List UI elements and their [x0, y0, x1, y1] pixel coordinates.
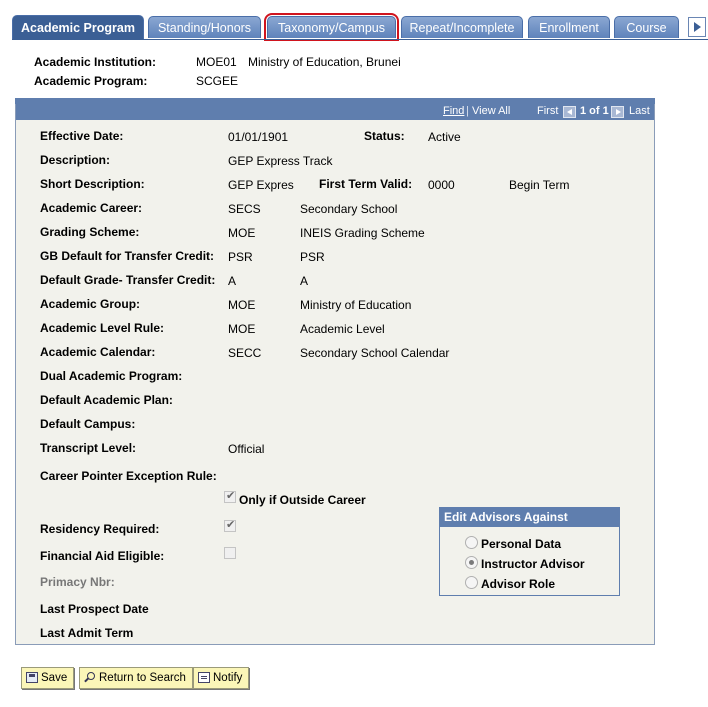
academic-group-label: Academic Group:: [40, 297, 141, 311]
last-prospect-date-label: Last Prospect Date: [40, 602, 149, 616]
institution-label: Academic Institution:: [34, 55, 157, 69]
gb-default-code: PSR: [228, 250, 253, 264]
default-plan-label: Default Academic Plan:: [40, 393, 173, 407]
academic-calendar-desc: Secondary School Calendar: [300, 346, 450, 360]
status-label: Status:: [364, 129, 405, 143]
academic-career-desc: Secondary School: [300, 202, 398, 216]
academic-calendar-label: Academic Calendar:: [40, 345, 156, 359]
check-icon: ✔: [226, 490, 236, 502]
first-term-desc: Begin Term: [509, 178, 570, 192]
tab-scroll-right-icon[interactable]: [688, 17, 706, 37]
only-outside-career-checkbox[interactable]: ✔: [224, 490, 236, 503]
description-value: GEP Express Track: [228, 154, 333, 168]
find-link[interactable]: Find: [443, 105, 464, 117]
default-grade-desc: A: [300, 274, 309, 288]
grading-scheme-code: MOE: [228, 226, 256, 240]
return-to-search-button[interactable]: Return to Search: [79, 667, 193, 689]
notify-button[interactable]: Notify: [193, 667, 250, 689]
residency-required-label: Residency Required:: [40, 522, 160, 536]
default-grade-code: A: [228, 274, 237, 288]
description-label: Description:: [40, 153, 111, 167]
career-pointer-label: Career Pointer Exception Rule:: [40, 469, 217, 483]
gb-default-desc: PSR: [300, 250, 325, 264]
academic-career-code: SECS: [228, 202, 261, 216]
gb-default-label: GB Default for Transfer Credit:: [40, 249, 215, 263]
institution-name: Ministry of Education, Brunei: [248, 55, 401, 69]
only-outside-career-label: Only if Outside Career: [239, 493, 366, 507]
status-value: Active: [428, 130, 461, 144]
advisor-role-label: Advisor Role: [481, 577, 556, 591]
first-term-value: 0000: [428, 178, 455, 192]
short-description-label: Short Description:: [40, 177, 145, 191]
academic-group-code: MOE: [228, 298, 256, 312]
last-label: Last: [629, 105, 650, 117]
program-code: SCGEE: [196, 74, 239, 88]
tab-standing-honors[interactable]: Standing/Honors: [148, 16, 261, 38]
academic-group-desc: Ministry of Education: [300, 298, 412, 312]
instructor-advisor-radio[interactable]: [465, 556, 478, 569]
program-label: Academic Program:: [34, 74, 148, 88]
default-grade-label: Default Grade- Transfer Credit:: [40, 273, 216, 287]
edit-advisors-title: Edit Advisors Against: [439, 507, 620, 527]
first-term-label: First Term Valid:: [319, 177, 413, 191]
check-icon: ✔: [226, 519, 236, 531]
institution-code: MOE01: [196, 55, 237, 69]
effective-date-label: Effective Date:: [40, 129, 124, 143]
tab-enrollment[interactable]: Enrollment: [528, 16, 610, 38]
previous-icon[interactable]: [563, 106, 576, 118]
tab-academic-program[interactable]: Academic Program: [12, 15, 144, 39]
tab-taxonomy-campus[interactable]: Taxonomy/Campus: [264, 13, 399, 41]
effective-date-value: 01/01/1901: [228, 130, 289, 144]
advisor-role-radio[interactable]: [465, 576, 478, 589]
academic-career-label: Academic Career:: [40, 201, 143, 215]
next-icon[interactable]: [611, 106, 624, 118]
short-description-value: GEP Expres: [228, 178, 294, 192]
residency-required-checkbox[interactable]: ✔: [224, 519, 236, 532]
record-count: 1 of 1: [580, 105, 609, 117]
tab-underline: [12, 39, 708, 40]
grading-scheme-label: Grading Scheme:: [40, 225, 140, 239]
view-all-link[interactable]: View All: [472, 105, 510, 117]
transcript-level-value: Official: [228, 442, 265, 456]
tab-repeat-incomplete[interactable]: Repeat/Incomplete: [401, 16, 523, 38]
notify-icon: [198, 672, 210, 683]
tab-course[interactable]: Course: [614, 16, 679, 38]
transcript-level-label: Transcript Level:: [40, 441, 137, 455]
dual-program-label: Dual Academic Program:: [40, 369, 183, 383]
instructor-advisor-label: Instructor Advisor: [481, 557, 585, 571]
academic-calendar-code: SECC: [228, 346, 262, 360]
financial-aid-checkbox[interactable]: [224, 547, 236, 559]
save-button[interactable]: Save: [21, 667, 75, 689]
record-navigation: Find | View All First 1 of 1 Last: [16, 104, 654, 120]
default-campus-label: Default Campus:: [40, 417, 136, 431]
personal-data-radio[interactable]: [465, 536, 478, 549]
level-rule-desc: Academic Level: [300, 322, 385, 336]
search-icon: [84, 672, 96, 683]
last-admit-term-label: Last Admit Term: [40, 626, 134, 640]
grading-scheme-desc: INEIS Grading Scheme: [300, 226, 425, 240]
save-icon: [26, 672, 38, 683]
primacy-nbr-label: Primacy Nbr:: [40, 575, 115, 589]
personal-data-label: Personal Data: [481, 537, 562, 551]
first-label: First: [537, 105, 559, 117]
level-rule-label: Academic Level Rule:: [40, 321, 165, 335]
level-rule-code: MOE: [228, 322, 256, 336]
financial-aid-label: Financial Aid Eligible:: [40, 549, 165, 563]
